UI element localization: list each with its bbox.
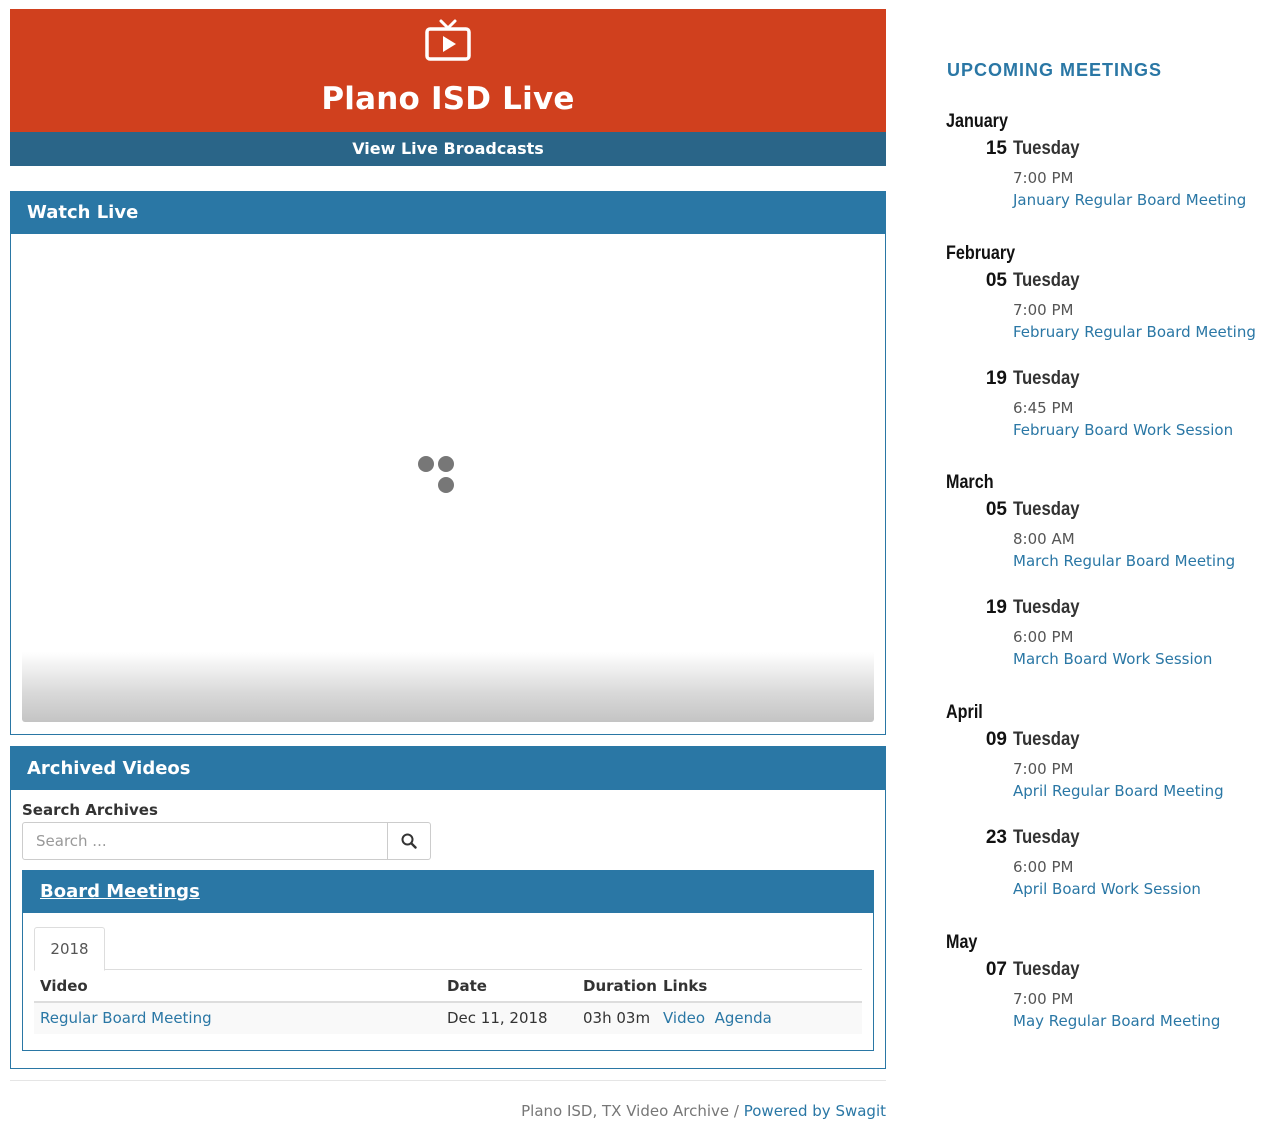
board-meetings-link[interactable]: Board Meetings [40, 881, 200, 902]
event-item: 05 Tuesday 7:00 PM February Regular Boar… [946, 270, 1276, 341]
month-march: March [946, 472, 994, 493]
powered-by-swagit-link[interactable]: Powered by Swagit [744, 1102, 886, 1120]
column-header-duration: Duration [583, 977, 657, 995]
board-meetings-header: Board Meetings [23, 871, 873, 913]
search-icon [401, 833, 417, 849]
event-day: 23 [985, 827, 1007, 848]
event-weekday: Tuesday [1013, 270, 1080, 291]
tv-play-icon [425, 19, 471, 61]
month-january: January [946, 111, 1008, 132]
event-day: 05 [985, 270, 1007, 291]
event-time: 7:00 PM [1013, 760, 1074, 778]
video-links: Video Agenda [663, 1003, 772, 1034]
event-item: 23 Tuesday 6:00 PM April Board Work Sess… [946, 827, 1276, 898]
event-item: 19 Tuesday 6:45 PM February Board Work S… [946, 368, 1276, 439]
view-live-broadcasts-link[interactable]: View Live Broadcasts [10, 132, 886, 166]
archived-videos-heading: Archived Videos [11, 747, 885, 790]
event-title-link[interactable]: April Board Work Session [1013, 880, 1201, 898]
event-time: 6:00 PM [1013, 858, 1074, 876]
event-weekday: Tuesday [1013, 368, 1080, 389]
month-may: May [946, 932, 978, 953]
event-time: 7:00 PM [1013, 169, 1074, 187]
event-title-link[interactable]: February Board Work Session [1013, 421, 1233, 439]
footer-divider [10, 1080, 886, 1081]
month-april: April [946, 702, 983, 723]
event-time: 7:00 PM [1013, 301, 1074, 319]
footer: Plano ISD, TX Video Archive / Powered by… [521, 1102, 886, 1120]
event-weekday: Tuesday [1013, 499, 1080, 520]
upcoming-meetings-title: UPCOMING MEETINGS [947, 60, 1163, 80]
event-day: 19 [985, 597, 1007, 618]
video-player[interactable] [22, 234, 874, 722]
table-header: Video Date Duration Links [34, 970, 862, 1003]
board-meetings-section: Board Meetings 2018 Video Date Duration … [22, 870, 874, 1051]
archived-videos-panel: Archived Videos Search Archives Board Me… [10, 746, 886, 1069]
column-header-date: Date [447, 977, 487, 995]
page-title: Plano ISD Live [321, 81, 575, 117]
event-title-link[interactable]: May Regular Board Meeting [1013, 1012, 1220, 1030]
event-time: 6:00 PM [1013, 628, 1074, 646]
hero-banner: Plano ISD Live [10, 9, 886, 132]
video-link[interactable]: Video [663, 1009, 705, 1027]
player-control-bar[interactable] [22, 652, 874, 722]
tab-2018[interactable]: 2018 [34, 927, 105, 971]
event-time: 8:00 AM [1013, 530, 1075, 548]
footer-text: Plano ISD, TX Video Archive / [521, 1102, 744, 1120]
event-item: 07 Tuesday 7:00 PM May Regular Board Mee… [946, 959, 1276, 1030]
column-header-links: Links [663, 977, 708, 995]
video-date: Dec 11, 2018 [447, 1009, 548, 1027]
month-february: February [946, 243, 1016, 264]
event-day: 05 [985, 499, 1007, 520]
watch-live-heading: Watch Live [11, 192, 885, 234]
event-item: 19 Tuesday 6:00 PM March Board Work Sess… [946, 597, 1276, 668]
event-weekday: Tuesday [1013, 138, 1080, 159]
event-title-link[interactable]: March Regular Board Meeting [1013, 552, 1235, 570]
agenda-link[interactable]: Agenda [715, 1009, 772, 1027]
event-time: 7:00 PM [1013, 990, 1074, 1008]
event-item: 15 Tuesday 7:00 PM January Regular Board… [946, 138, 1276, 209]
loading-dots-icon [418, 456, 454, 493]
event-weekday: Tuesday [1013, 729, 1080, 750]
search-archives-label: Search Archives [22, 801, 158, 819]
event-day: 09 [985, 729, 1007, 750]
event-day: 19 [985, 368, 1007, 389]
event-title-link[interactable]: February Regular Board Meeting [1013, 323, 1256, 341]
event-title-link[interactable]: April Regular Board Meeting [1013, 782, 1224, 800]
event-item: 05 Tuesday 8:00 AM March Regular Board M… [946, 499, 1276, 570]
video-duration: 03h 03m [583, 1009, 651, 1027]
event-day: 07 [985, 959, 1007, 980]
event-title-link[interactable]: January Regular Board Meeting [1013, 191, 1246, 209]
archive-table: Video Date Duration Links Regular Board … [34, 970, 862, 1034]
search-button[interactable] [387, 822, 431, 860]
event-item: 09 Tuesday 7:00 PM April Regular Board M… [946, 729, 1276, 800]
event-weekday: Tuesday [1013, 959, 1080, 980]
column-header-video: Video [40, 977, 88, 995]
event-day: 15 [985, 138, 1007, 159]
event-weekday: Tuesday [1013, 827, 1080, 848]
main-column: Plano ISD Live View Live Broadcasts Watc… [10, 9, 886, 1069]
watch-live-panel: Watch Live [10, 191, 886, 735]
event-weekday: Tuesday [1013, 597, 1080, 618]
event-time: 6:45 PM [1013, 399, 1074, 417]
table-row: Regular Board Meeting Dec 11, 2018 03h 0… [34, 1003, 862, 1034]
event-title-link[interactable]: March Board Work Session [1013, 650, 1212, 668]
search-input[interactable] [22, 822, 388, 860]
year-tabs: 2018 [34, 927, 862, 971]
video-title-link[interactable]: Regular Board Meeting [40, 1003, 212, 1034]
